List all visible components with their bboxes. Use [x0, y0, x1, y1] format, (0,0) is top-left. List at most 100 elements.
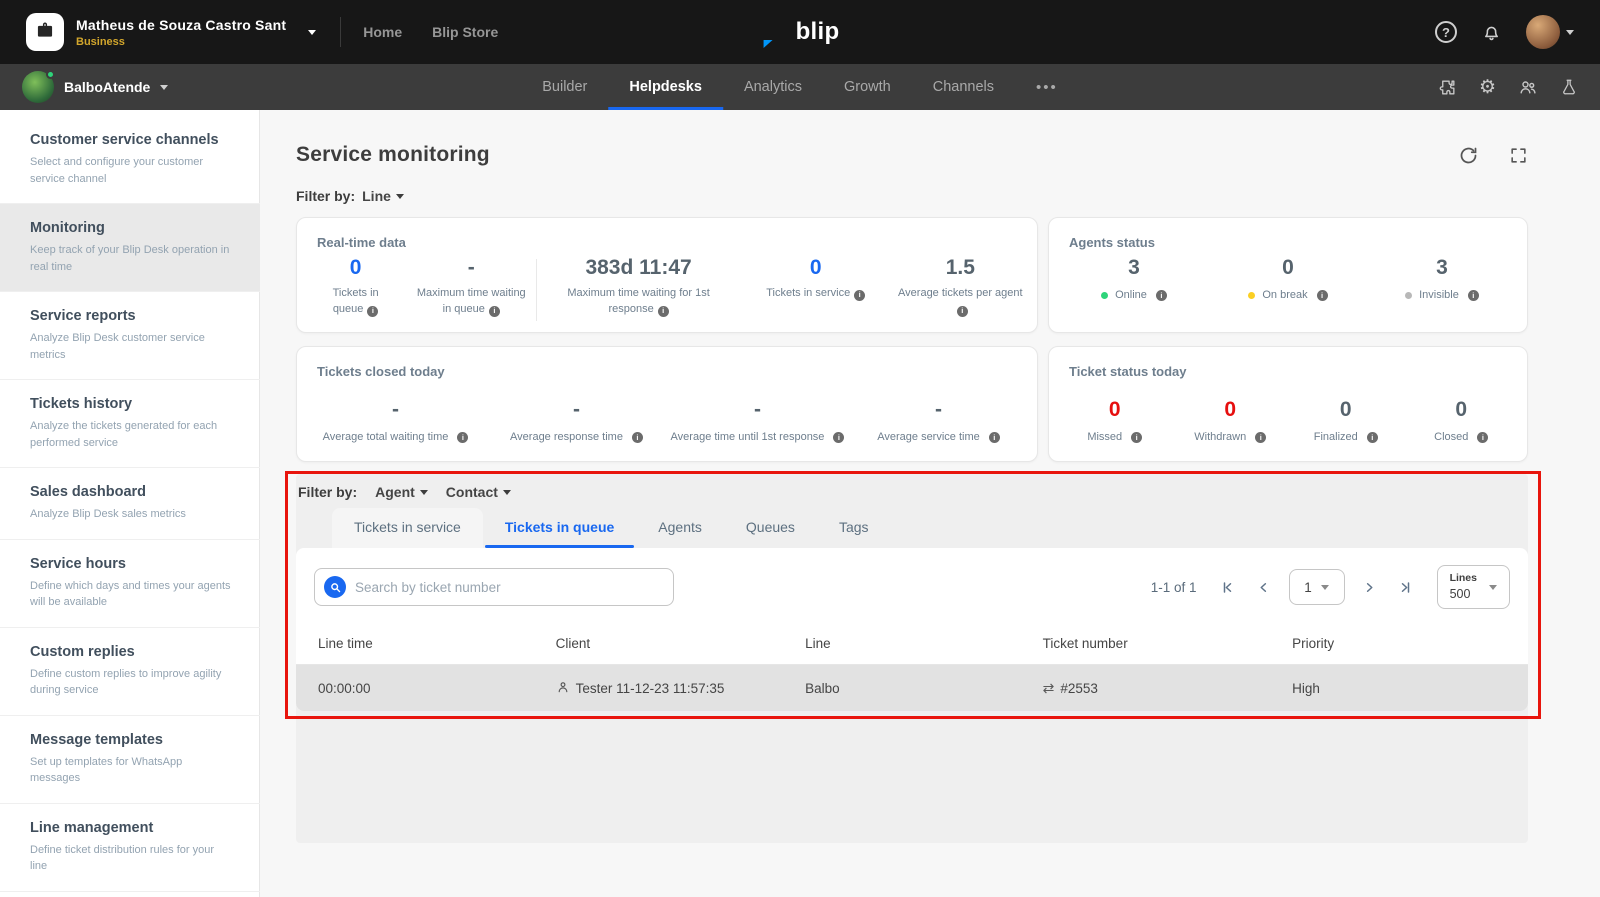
info-icon[interactable]: i	[367, 306, 378, 317]
nav-blip-store[interactable]: Blip Store	[432, 24, 498, 40]
contacts-people-icon[interactable]	[1518, 77, 1538, 97]
metric-avg-response-time: - Average response timei	[486, 384, 667, 443]
refresh-icon[interactable]	[1458, 145, 1479, 166]
tab-helpdesks[interactable]: Helpdesks	[608, 64, 723, 110]
info-icon[interactable]: i	[1317, 290, 1328, 301]
lines-label: Lines	[1450, 572, 1477, 586]
user-avatar[interactable]	[1526, 15, 1560, 49]
sidebar-item-title: Tickets history	[30, 396, 234, 412]
lab-flask-icon[interactable]	[1560, 78, 1578, 96]
bot-switcher[interactable]: BalboAtende	[22, 71, 168, 103]
info-icon[interactable]: i	[1156, 290, 1167, 301]
tab-agents[interactable]: Agents	[636, 508, 724, 548]
info-icon[interactable]: i	[1468, 290, 1479, 301]
column-priority: Priority	[1292, 636, 1506, 651]
sidebar-item-title: Custom replies	[30, 644, 234, 660]
metric-agents-invisible: 3 Invisiblei	[1365, 255, 1519, 301]
agent-filter-dropdown[interactable]: Agent	[375, 484, 428, 500]
tab-tickets-in-service[interactable]: Tickets in service	[332, 508, 483, 548]
cell-line: Balbo	[805, 681, 1043, 696]
appbar-icons: ⚙	[1438, 76, 1578, 99]
metric-value: 383d 11:47	[585, 255, 691, 281]
metric-label: Average total waiting time	[323, 431, 449, 443]
info-icon[interactable]: i	[632, 432, 643, 443]
line-filter-dropdown[interactable]: Line	[362, 188, 404, 204]
info-icon[interactable]: i	[833, 432, 844, 443]
metric-avg-service-time: - Average service timei	[848, 384, 1029, 443]
ticket-row[interactable]: 00:00:00 Tester 11-12-23 11:57:35 Balbo …	[296, 665, 1528, 711]
sidebar-item-customer-service-channels[interactable]: Customer service channels Select and con…	[0, 116, 260, 204]
column-client: Client	[556, 636, 805, 651]
sidebar-item-title: Sales dashboard	[30, 484, 234, 500]
briefcase-icon	[35, 20, 55, 45]
info-icon[interactable]: i	[658, 306, 669, 317]
metric-withdrawn: 0 Withdrawni	[1173, 384, 1289, 443]
nav-home[interactable]: Home	[363, 24, 402, 40]
sidebar-item-service-reports[interactable]: Service reports Analyze Blip Desk custom…	[0, 292, 260, 380]
tab-growth[interactable]: Growth	[823, 64, 912, 110]
sidebar-item-title: Service reports	[30, 308, 234, 324]
chevron-down-icon	[420, 490, 428, 495]
metric-label: Average service time	[877, 431, 980, 443]
contact-filter-dropdown[interactable]: Contact	[446, 484, 511, 500]
help-icon[interactable]: ?	[1435, 21, 1457, 43]
card-ticket-status-today: Ticket status today 0 Missedi 0 Withdraw…	[1048, 346, 1528, 462]
info-icon[interactable]: i	[457, 432, 468, 443]
filter-by-label: Filter by:	[298, 484, 357, 500]
metric-label: Closed	[1434, 431, 1468, 443]
info-icon[interactable]: i	[1477, 432, 1488, 443]
next-page-icon[interactable]	[1355, 572, 1385, 602]
metric-value: 0	[1224, 397, 1236, 423]
line-filter-row: Filter by: Line	[296, 188, 1528, 204]
tab-more-icon[interactable]: •••	[1015, 64, 1079, 110]
tab-channels[interactable]: Channels	[912, 64, 1015, 110]
sidebar-item-tickets-history[interactable]: Tickets history Analyze the tickets gene…	[0, 380, 260, 468]
sidebar-item-monitoring[interactable]: Monitoring Keep track of your Blip Desk …	[0, 204, 260, 292]
tickets-section-container: Filter by: Agent Contact Tickets in serv…	[296, 474, 1528, 843]
metric-value: 3	[1128, 255, 1140, 281]
sidebar-item-line-management[interactable]: Line management Define ticket distributi…	[0, 804, 260, 892]
sidebar-item-subtitle: Define which days and times your agents …	[30, 578, 234, 611]
sidebar-item-sales-dashboard[interactable]: Sales dashboard Analyze Blip Desk sales …	[0, 468, 260, 540]
column-line: Line	[805, 636, 1043, 651]
metric-avg-total-waiting-time: - Average total waiting timei	[305, 384, 486, 443]
tab-queues[interactable]: Queues	[724, 508, 817, 548]
info-icon[interactable]: i	[489, 306, 500, 317]
info-icon[interactable]: i	[854, 290, 865, 301]
sidebar-item-subtitle: Set up templates for WhatsApp messages	[30, 754, 234, 787]
organization-badge[interactable]	[26, 13, 64, 51]
notifications-bell-icon[interactable]	[1481, 22, 1502, 43]
metric-label: Invisible	[1419, 289, 1459, 301]
sidebar-item-custom-replies[interactable]: Custom replies Define custom replies to …	[0, 628, 260, 716]
metric-value: 0	[810, 255, 822, 281]
lines-per-page-select[interactable]: Lines 500	[1437, 565, 1510, 609]
settings-gear-icon[interactable]: ⚙	[1479, 76, 1496, 99]
tickets-panel: 1-1 of 1 1	[296, 548, 1528, 711]
tab-tags[interactable]: Tags	[817, 508, 891, 548]
tab-tickets-in-queue[interactable]: Tickets in queue	[483, 508, 636, 548]
sidebar-item-message-templates[interactable]: Message templates Set up templates for W…	[0, 716, 260, 804]
tab-analytics[interactable]: Analytics	[723, 64, 823, 110]
account-chevron-down-icon[interactable]	[308, 30, 316, 35]
transfer-icon: ⇄	[1043, 680, 1055, 697]
app-tabs: Builder Helpdesks Analytics Growth Chann…	[521, 64, 1079, 110]
info-icon[interactable]: i	[957, 306, 968, 317]
page-number-select[interactable]: 1	[1289, 569, 1345, 605]
column-ticket-number: Ticket number	[1043, 636, 1292, 651]
info-icon[interactable]: i	[1255, 432, 1266, 443]
pagination: 1-1 of 1 1	[1151, 565, 1510, 609]
first-page-icon[interactable]	[1213, 572, 1243, 602]
ticket-search-input[interactable]	[355, 580, 664, 595]
tab-builder[interactable]: Builder	[521, 64, 608, 110]
user-chevron-down-icon[interactable]	[1566, 30, 1574, 35]
previous-page-icon[interactable]	[1249, 572, 1279, 602]
info-icon[interactable]: i	[989, 432, 1000, 443]
last-page-icon[interactable]	[1391, 572, 1421, 602]
metric-label: Average tickets per agent	[898, 287, 1023, 299]
sidebar-item-service-hours[interactable]: Service hours Define which days and time…	[0, 540, 260, 628]
integrations-puzzle-icon[interactable]	[1438, 78, 1457, 97]
fullscreen-icon[interactable]	[1509, 146, 1528, 165]
info-icon[interactable]: i	[1367, 432, 1378, 443]
sidebar-item-title: Service hours	[30, 556, 234, 572]
info-icon[interactable]: i	[1131, 432, 1142, 443]
